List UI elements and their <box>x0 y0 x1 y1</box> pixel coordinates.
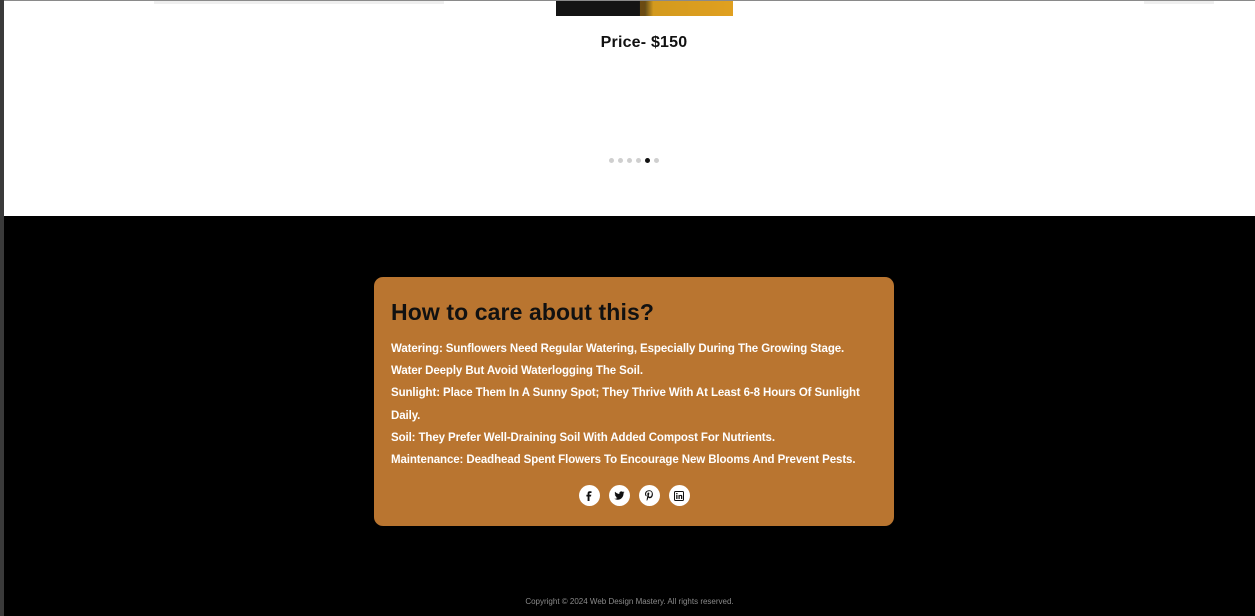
twitter-icon <box>613 490 624 500</box>
carousel-slide-edge-right <box>1144 1 1214 4</box>
care-line-watering: Watering: Sunflowers Need Regular Wateri… <box>391 343 845 355</box>
product-image[interactable] <box>556 1 733 16</box>
copyright-text: Copyright © 2024 Web Design Mastery. All… <box>525 597 734 606</box>
sunflower-stem-image-detail <box>640 1 645 16</box>
care-card: How to care about this? Watering: Sunflo… <box>374 277 894 526</box>
twitter-link[interactable] <box>608 485 630 506</box>
care-line-watering-cont: Water Deeply But Avoid Waterlogging The … <box>391 365 643 378</box>
carousel-dot-2[interactable] <box>618 158 623 163</box>
care-title: How to care about this? <box>391 299 654 325</box>
care-line-maintenance: Maintenance: Deadhead Spent Flowers To E… <box>391 454 856 467</box>
carousel-pagination <box>609 158 659 163</box>
social-links <box>374 485 894 506</box>
care-line-sunlight: Sunlight: Place Them In A Sunny Spot; Th… <box>391 387 860 400</box>
facebook-link[interactable] <box>578 485 600 506</box>
product-price: Price- $150 <box>600 34 688 51</box>
page: Price- $150 How to care about this? Wate… <box>0 0 1255 616</box>
carousel-dot-6[interactable] <box>654 158 659 163</box>
pinterest-link[interactable] <box>638 485 660 506</box>
product-carousel-section: Price- $150 <box>4 0 1255 216</box>
carousel-dot-3[interactable] <box>627 158 632 163</box>
carousel-dot-1[interactable] <box>609 158 614 163</box>
care-line-soil: Soil: They Prefer Well-Draining Soil Wit… <box>391 431 775 444</box>
care-line-sunlight-cont: Daily. <box>391 409 421 422</box>
carousel-dot-5-active[interactable] <box>645 158 650 163</box>
pinterest-icon <box>645 490 653 501</box>
linkedin-link[interactable] <box>668 485 690 506</box>
facebook-icon <box>586 490 592 501</box>
linkedin-icon <box>674 490 684 501</box>
carousel-slide-edge-left <box>154 1 444 4</box>
carousel-dot-4[interactable] <box>636 158 641 163</box>
